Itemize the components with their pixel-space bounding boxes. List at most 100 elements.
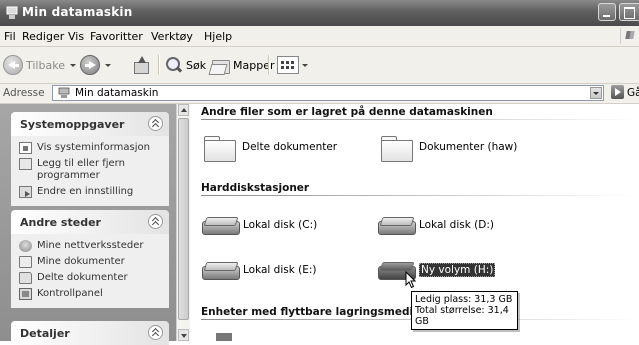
forward-arrow-icon — [80, 55, 100, 75]
folder-icon — [381, 133, 413, 162]
panel-title: Andre steder — [20, 216, 101, 229]
change-setting-icon — [19, 186, 32, 198]
control-panel-icon — [19, 288, 32, 300]
tooltip-total-size: Total størrelse: 31,4 GB — [415, 305, 509, 327]
add-remove-programs-icon — [19, 158, 32, 170]
back-arrow-icon — [3, 55, 23, 75]
place-shared-documents[interactable]: Delte dokumenter — [11, 270, 169, 286]
hard-drive-icon — [378, 215, 416, 235]
network-places-icon — [19, 240, 32, 252]
go-button-label[interactable]: Gå — [627, 87, 639, 99]
task-pane: Systemoppgaver Vis systeminformasjon Leg… — [0, 104, 176, 345]
go-arrow-icon[interactable] — [611, 85, 624, 99]
panel-header[interactable]: Detaljer — [11, 321, 169, 345]
address-bar: Adresse Min datamaskin Gå — [0, 84, 639, 104]
menu-view[interactable]: Vis — [68, 30, 84, 43]
toolbar: Tilbake Søk Mapper — [0, 47, 639, 84]
group-divider — [201, 119, 639, 120]
item-label: Lokal disk (E:) — [243, 264, 317, 276]
drive-item-selected[interactable]: Ny volym (H:) — [378, 260, 496, 280]
collapse-chevron-icon[interactable] — [148, 325, 163, 340]
mouse-cursor-icon — [405, 271, 417, 289]
address-dropdown-icon[interactable] — [590, 87, 602, 99]
address-label: Adresse — [3, 87, 45, 99]
panel-header[interactable]: Andre steder — [11, 210, 169, 234]
folder-item[interactable]: Delte dokumenter — [204, 133, 338, 162]
task-change-setting[interactable]: Endre en innstilling — [11, 184, 169, 200]
folders-button[interactable]: Mapper — [210, 53, 275, 77]
drive-item[interactable]: Lokal disk (C:) — [202, 215, 317, 235]
forward-dropdown-icon[interactable] — [105, 63, 111, 67]
panel-system-tasks: Systemoppgaver Vis systeminformasjon Leg… — [11, 112, 169, 206]
tooltip-free-space: Ledig plass: 31,3 GB — [415, 294, 513, 305]
task-label: Mine dokumenter — [37, 256, 125, 267]
folder-icon — [19, 272, 32, 284]
toolbar-separator — [158, 55, 160, 75]
task-label: Legg til eller fjern programmer — [37, 158, 125, 181]
computer-icon — [58, 87, 70, 98]
panel-header[interactable]: Systemoppgaver — [11, 112, 169, 136]
place-control-panel[interactable]: Kontrollpanel — [11, 286, 169, 302]
drive-tooltip: Ledig plass: 31,3 GB Total størrelse: 31… — [411, 291, 518, 330]
task-pane-scrollbar[interactable] — [176, 104, 190, 341]
views-button[interactable] — [277, 53, 308, 77]
forward-button[interactable] — [80, 53, 111, 77]
drive-item[interactable]: Lokal disk (E:) — [202, 260, 317, 280]
views-grid-icon — [277, 56, 299, 74]
address-field[interactable]: Min datamaskin — [52, 85, 604, 101]
removable-drive-icon[interactable] — [216, 333, 232, 341]
toolbar-separator — [268, 55, 270, 75]
system-info-icon — [19, 142, 32, 154]
folder-item[interactable]: Dokumenter (haw) — [381, 133, 518, 162]
task-add-remove-programs[interactable]: Legg til eller fjern programmer — [11, 156, 169, 184]
panel-title: Systemoppgaver — [20, 118, 125, 131]
task-label: Kontrollpanel — [37, 288, 103, 299]
task-label: Endre en innstilling — [37, 186, 134, 197]
menu-tools[interactable]: Verktøy — [151, 30, 193, 43]
task-system-info[interactable]: Vis systeminformasjon — [11, 140, 169, 156]
menu-favorites[interactable]: Favoritter — [90, 30, 143, 43]
hard-drive-icon — [202, 215, 240, 235]
item-label: Ny volym (H:) — [419, 263, 496, 277]
menu-help[interactable]: Hjelp — [204, 30, 232, 43]
panel-title: Detaljer — [20, 327, 70, 340]
place-network[interactable]: Mine nettverkssteder — [11, 238, 169, 254]
collapse-chevron-icon[interactable] — [148, 214, 163, 229]
group-header-removable: Enheter med flyttbare lagringsmedier — [201, 306, 426, 318]
panel-body: Mine nettverkssteder Mine dokumenter Del… — [11, 234, 169, 308]
maximize-button[interactable] — [619, 3, 639, 21]
group-header-hard-drives: Harddiskstasjoner — [201, 182, 310, 194]
group-header-other-files: Andre filer som er lagret på denne datam… — [201, 106, 493, 118]
drive-item[interactable]: Lokal disk (D:) — [378, 215, 494, 235]
scroll-up-icon[interactable] — [178, 104, 189, 116]
menu-file[interactable]: Fil — [4, 30, 16, 43]
scroll-thumb[interactable] — [178, 118, 189, 320]
menu-edit[interactable]: Rediger — [22, 30, 64, 43]
panel-details: Detaljer — [11, 321, 169, 345]
back-dropdown-icon[interactable] — [69, 63, 76, 67]
search-label: Søk — [186, 58, 207, 72]
group-divider — [201, 195, 639, 196]
item-label: Dokumenter (haw) — [419, 141, 518, 153]
collapse-chevron-icon[interactable] — [148, 116, 163, 131]
search-button[interactable]: Søk — [165, 53, 206, 77]
computer-icon — [6, 6, 18, 19]
window-title: Min datamaskin — [22, 5, 133, 19]
scroll-down-icon[interactable] — [178, 329, 189, 341]
place-my-documents[interactable]: Mine dokumenter — [11, 254, 169, 270]
hard-drive-icon — [202, 260, 240, 280]
back-button[interactable]: Tilbake — [3, 53, 76, 77]
views-dropdown-icon[interactable] — [302, 63, 308, 67]
search-icon — [165, 56, 183, 74]
folders-icon — [210, 56, 230, 74]
folder-up-icon — [133, 56, 149, 74]
title-bar: Min datamaskin — [0, 0, 639, 26]
item-label: Lokal disk (D:) — [419, 219, 494, 231]
task-label: Delte dokumenter — [37, 272, 128, 283]
up-folder-button[interactable] — [133, 53, 149, 77]
back-label: Tilbake — [26, 58, 65, 72]
item-label: Delte dokumenter — [242, 141, 338, 153]
address-value: Min datamaskin — [75, 87, 159, 99]
minimize-button[interactable] — [598, 3, 616, 21]
panel-other-places: Andre steder Mine nettverkssteder Mine d… — [11, 210, 169, 308]
